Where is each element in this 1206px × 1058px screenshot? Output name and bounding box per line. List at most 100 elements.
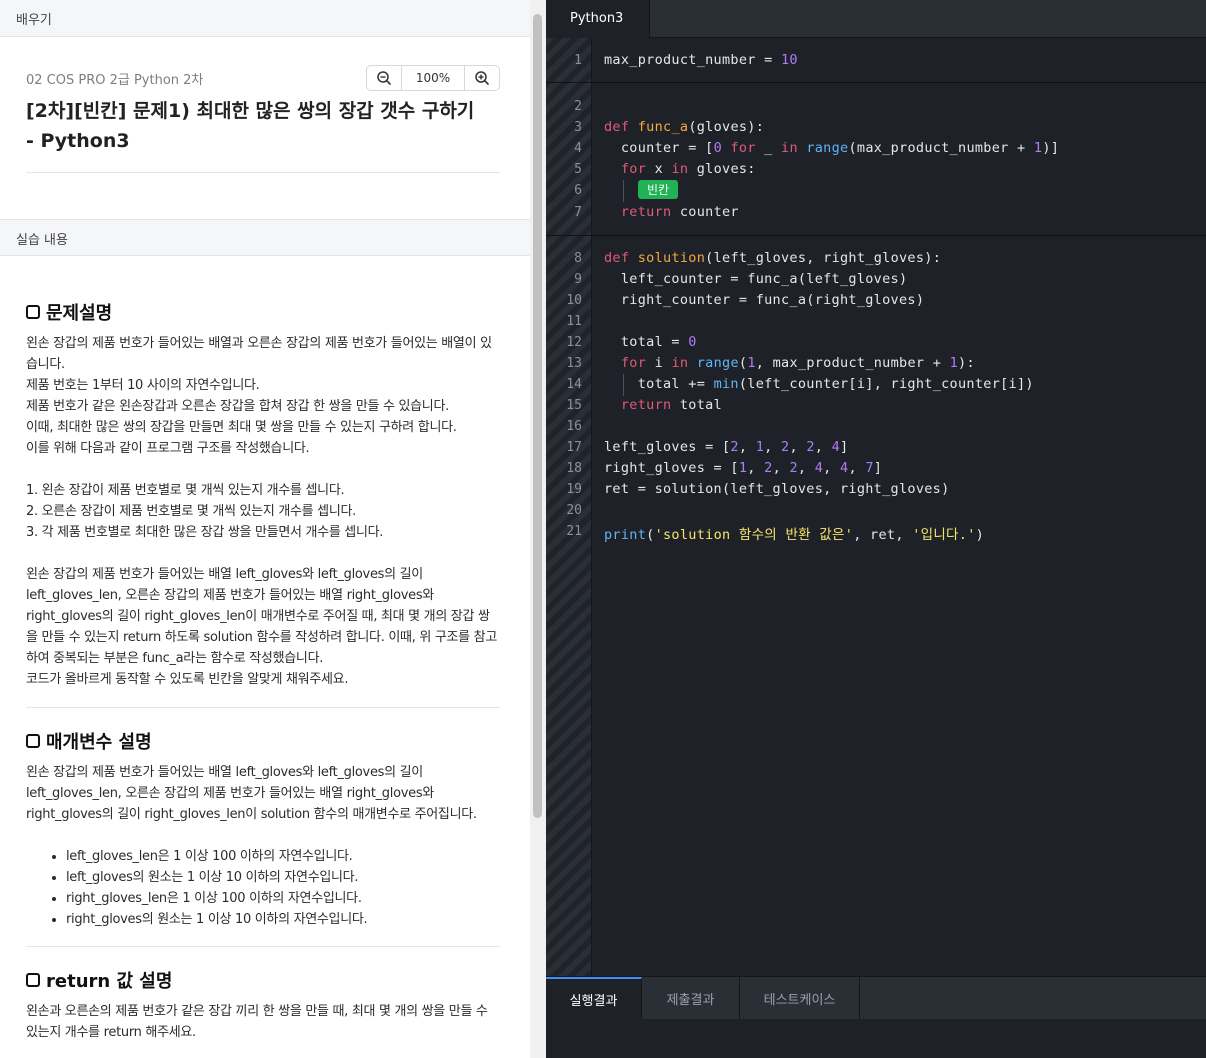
problem-heading: 문제설명 <box>26 299 112 325</box>
tab-submit-result[interactable]: 제출결과 <box>642 977 740 1019</box>
output-panel: 실행결과 제출결과 테스트케이스 <box>546 976 1206 1058</box>
block-separator <box>546 82 1206 83</box>
line-number: 3 <box>574 120 582 135</box>
code-line[interactable]: for i in range(1, max_product_number + 1… <box>604 355 975 371</box>
code-line[interactable]: return counter <box>604 204 739 220</box>
zoom-level: 100% <box>401 66 465 90</box>
code-line[interactable]: right_gloves = [1, 2, 2, 4, 4, 7] <box>604 460 882 476</box>
line-number: 2 <box>574 99 582 114</box>
problem-panel: 배우기 02 COS PRO 2급 Python 2차 100% [2차][빈칸… <box>0 0 530 1058</box>
text-line: 있는지 개수를 return 해주세요. <box>26 1025 196 1040</box>
code-line[interactable]: def solution(left_gloves, right_gloves): <box>604 250 941 266</box>
code-line[interactable]: total = 0 <box>604 334 697 350</box>
text-line: left_gloves_len, 오른손 장갑의 제품 번호가 들어있는 배열 … <box>26 786 434 801</box>
blank-placeholder[interactable]: 빈칸 <box>638 180 679 199</box>
text-line <box>26 543 504 564</box>
code-line[interactable]: def func_a(gloves): <box>604 119 764 135</box>
line-number: 9 <box>574 272 582 287</box>
text-line: 1. 왼손 장갑이 제품 번호별로 몇 개씩 있는지 개수를 셉니다. <box>26 483 345 498</box>
code-line[interactable]: total += min(left_counter[i], right_coun… <box>604 376 1034 392</box>
text-line: 왼손 장갑의 제품 번호가 들어있는 배열과 오른손 장갑의 제품 번호가 들어… <box>26 336 492 351</box>
line-number: 14 <box>566 377 582 392</box>
code-line[interactable]: counter = [0 for _ in range(max_product_… <box>604 140 1059 156</box>
divider <box>26 172 500 173</box>
line-number: 8 <box>574 251 582 266</box>
breadcrumb: 02 COS PRO 2급 Python 2차 <box>26 73 204 88</box>
zoom-out-button[interactable] <box>367 66 401 90</box>
text-line: 왼손과 오른손의 제품 번호가 같은 장갑 끼리 한 쌍을 만들 때, 최대 몇… <box>26 1004 488 1019</box>
text-line: 제품 번호가 같은 왼손장갑과 오른손 장갑을 합쳐 장갑 한 쌍을 만들 수 … <box>26 399 449 414</box>
code-editor: Python3 1 2 3 4 5 6 7 8 9 10 11 12 13 14… <box>546 0 1206 1058</box>
code-line[interactable]: left_gloves = [2, 1, 2, 2, 4] <box>604 439 848 455</box>
params-bullets: left_gloves_len은 1 이상 100 이하의 자연수입니다. le… <box>26 846 504 930</box>
text-line <box>26 459 504 480</box>
code-line[interactable]: right_counter = func_a(right_gloves) <box>604 292 924 308</box>
indent-guide <box>623 180 624 202</box>
line-number: 1 <box>574 53 582 68</box>
text-line: right_gloves의 길이 right_gloves_len이 매개변수로… <box>26 609 490 624</box>
text-line: 코드가 올바르게 동작할 수 있도록 빈칸을 알맞게 채워주세요. <box>26 672 349 687</box>
problem-heading-text: 문제설명 <box>46 303 113 324</box>
line-number: 19 <box>566 482 582 497</box>
square-icon <box>26 973 40 987</box>
code-line[interactable]: max_product_number = 10 <box>604 52 798 68</box>
line-number: 20 <box>566 503 582 518</box>
params-heading-text: 매개변수 설명 <box>46 732 152 753</box>
tab-run-result[interactable]: 실행결과 <box>546 977 642 1019</box>
divider <box>26 707 500 708</box>
line-number: 18 <box>566 461 582 476</box>
line-number: 7 <box>574 205 582 220</box>
line-number: 15 <box>566 398 582 413</box>
code-line[interactable]: print('solution 함수의 반환 값은', ret, '입니다.') <box>604 523 984 543</box>
line-number: 6 <box>574 183 582 198</box>
magnifier-plus-icon <box>475 71 490 86</box>
problem-description: 왼손 장갑의 제품 번호가 들어있는 배열과 오른손 장갑의 제품 번호가 들어… <box>26 333 504 690</box>
code-line[interactable]: 빈칸 <box>638 180 679 199</box>
list-item: right_gloves_len은 1 이상 100 이하의 자연수입니다. <box>66 888 504 909</box>
line-number: 12 <box>566 335 582 350</box>
text-line: 습니다. <box>26 357 65 372</box>
text-line: 왼손 장갑의 제품 번호가 들어있는 배열 left_gloves와 left_… <box>26 765 423 780</box>
text-line: left_gloves_len, 오른손 장갑의 제품 번호가 들어있는 배열 … <box>26 588 434 603</box>
line-number: 4 <box>574 141 582 156</box>
divider <box>26 946 500 947</box>
return-description: 왼손과 오른손의 제품 번호가 같은 장갑 끼리 한 쌍을 만들 때, 최대 몇… <box>26 1001 504 1043</box>
zoom-in-button[interactable] <box>465 66 499 90</box>
text-line: 하여 중복되는 부분은 func_a라는 함수로 작성했습니다. <box>26 651 324 666</box>
line-number: 10 <box>566 293 582 308</box>
text-line: 이때, 최대한 많은 쌍의 장갑을 만들면 최대 몇 쌍을 만들 수 있는지 구… <box>26 420 457 435</box>
line-number: 11 <box>566 314 582 329</box>
learn-section-bar[interactable]: 배우기 <box>0 0 530 37</box>
line-number: 13 <box>566 356 582 371</box>
square-icon <box>26 734 40 748</box>
text-line: 2. 오른손 장갑이 제품 번호별로 몇 개씩 있는지 개수를 셉니다. <box>26 504 356 519</box>
text-line: right_gloves의 길이 right_gloves_len이 solut… <box>26 807 477 822</box>
code-line[interactable]: return total <box>604 397 722 413</box>
params-heading: 매개변수 설명 <box>26 728 152 754</box>
return-heading-text: return 값 설명 <box>46 971 173 992</box>
code-line[interactable]: ret = solution(left_gloves, right_gloves… <box>604 481 950 497</box>
code-line[interactable]: left_counter = func_a(left_gloves) <box>604 271 907 287</box>
text-line: 을 만들 수 있는지 return 하도록 solution 함수를 작성하려 … <box>26 630 497 645</box>
output-tabs: 실행결과 제출결과 테스트케이스 <box>546 977 1206 1019</box>
line-number: 16 <box>566 419 582 434</box>
return-heading: return 값 설명 <box>26 967 172 993</box>
magnifier-minus-icon <box>377 71 392 86</box>
code-line[interactable]: for x in gloves: <box>604 161 756 177</box>
page-title: [2차][빈칸] 문제1) 최대한 많은 쌍의 장갑 갯수 구하기 - Pyth… <box>26 100 475 152</box>
line-number: 5 <box>574 162 582 177</box>
line-number: 17 <box>566 440 582 455</box>
list-item: left_gloves_len은 1 이상 100 이하의 자연수입니다. <box>66 846 504 867</box>
text-line: 3. 각 제품 번호별로 최대한 많은 장갑 쌍을 만들면서 개수를 셉니다. <box>26 525 384 540</box>
editor-tab-bar: Python3 <box>546 0 1206 38</box>
tab-python3[interactable]: Python3 <box>546 0 650 38</box>
zoom-control: 100% <box>366 65 500 91</box>
text-line: 왼손 장갑의 제품 번호가 들어있는 배열 left_gloves와 left_… <box>26 567 423 582</box>
practice-section-bar[interactable]: 실습 내용 <box>0 219 530 256</box>
list-item: right_gloves의 원소는 1 이상 10 이하의 자연수입니다. <box>66 909 504 930</box>
tab-test-cases[interactable]: 테스트케이스 <box>740 977 860 1019</box>
block-separator <box>546 235 1206 236</box>
app-window: 배우기 02 COS PRO 2급 Python 2차 100% [2차][빈칸… <box>0 0 1206 1058</box>
scrollbar-thumb[interactable] <box>533 14 542 818</box>
text-line: 이를 위해 다음과 같이 프로그램 구조를 작성했습니다. <box>26 441 310 456</box>
